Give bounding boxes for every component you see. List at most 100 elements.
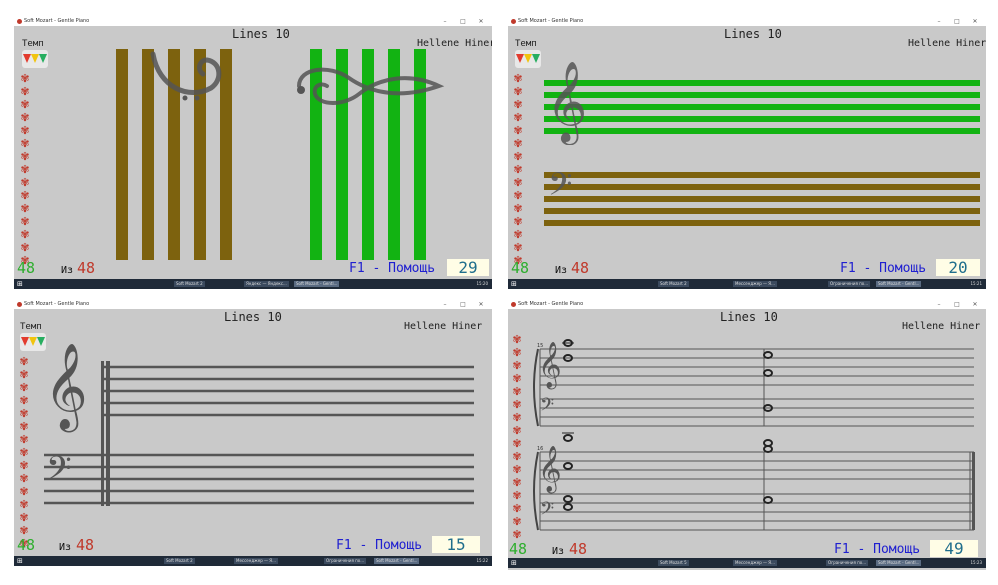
taskbar-item[interactable]: Мессенджер — Я... bbox=[733, 560, 777, 566]
tempo-label: Темп bbox=[22, 39, 44, 49]
taskbar-item[interactable]: Soft Mozart 2 bbox=[164, 558, 195, 564]
flower-icon: ✾ bbox=[19, 407, 29, 420]
flower-icon: ✾ bbox=[19, 459, 29, 472]
flower-icon: ✾ bbox=[512, 359, 522, 372]
red-drop-icon bbox=[21, 337, 29, 346]
red-drop-icon bbox=[23, 54, 31, 63]
flower-icon: ✾ bbox=[513, 163, 523, 176]
flower-icon: ✾ bbox=[19, 511, 29, 524]
flower-icon: ✾ bbox=[512, 346, 522, 359]
close-icon[interactable]: ✕ bbox=[968, 17, 982, 26]
minimize-icon[interactable]: – bbox=[438, 17, 452, 26]
start-icon[interactable]: ⊞ bbox=[17, 556, 23, 566]
app-window-2: Soft Mozart - Gentle Piano – □ ✕ Lines 1… bbox=[508, 17, 986, 289]
yellow-drop-icon bbox=[524, 54, 532, 63]
green-line bbox=[544, 92, 980, 98]
green-drop-icon bbox=[39, 54, 47, 63]
grand-staff bbox=[44, 361, 474, 506]
treble-clef-icon: 𝄞 bbox=[538, 342, 562, 388]
lesson-title: Lines 10 bbox=[224, 310, 282, 324]
treble-clef-icon: 𝄞 bbox=[546, 60, 588, 142]
minimize-icon[interactable]: – bbox=[438, 300, 452, 309]
flower-icon: ✾ bbox=[20, 215, 30, 228]
flower-icon: ✾ bbox=[512, 372, 522, 385]
maximize-icon[interactable]: □ bbox=[950, 17, 964, 26]
flower-icon: ✾ bbox=[512, 411, 522, 424]
maximize-icon[interactable]: □ bbox=[456, 300, 470, 309]
start-icon[interactable]: ⊞ bbox=[17, 279, 23, 289]
treble-clef-icon: 𝄞 bbox=[538, 446, 562, 492]
taskbar-item[interactable]: Soft Mozart 2 bbox=[174, 281, 205, 287]
start-icon[interactable]: ⊞ bbox=[511, 279, 517, 289]
note-counter: 29 bbox=[447, 259, 489, 276]
score-area: Lines 10 Hellene Hiner Темп ✾ ✾ ✾ ✾ ✾ ✾ ✾ ✾ ✾ ✾ ✾ ✾… bbox=[14, 26, 492, 289]
lesson-title: Lines 10 bbox=[720, 310, 778, 324]
taskbar-item[interactable]: Soft Mozart - Gentl... bbox=[876, 560, 922, 566]
help-hint[interactable]: F1 - Помощь bbox=[336, 538, 422, 553]
maximize-icon[interactable]: □ bbox=[456, 17, 470, 26]
correct-count: 48 bbox=[17, 259, 36, 277]
score-area: Lines 10 Hellene Hiner ✾ ✾ ✾ ✾ ✾ ✾ ✾ ✾ ✾ ✾ ✾ ✾ ✾ ✾ ✾ ✾ … bbox=[508, 309, 986, 570]
note-counter: 49 bbox=[930, 540, 978, 557]
app-window-3: Soft Mozart - Gentle Piano – □ ✕ Lines 1… bbox=[14, 300, 492, 566]
help-hint[interactable]: F1 - Помощь bbox=[349, 261, 435, 276]
clock: 15:21 bbox=[970, 281, 982, 286]
author-name: Hellene Hiner bbox=[908, 38, 986, 49]
maximize-icon[interactable]: □ bbox=[950, 300, 964, 309]
flower-icon: ✾ bbox=[513, 98, 523, 111]
title-bar: Soft Mozart - Gentle Piano – □ ✕ bbox=[508, 17, 986, 26]
green-line bbox=[544, 80, 980, 86]
total-count: 48 bbox=[571, 259, 590, 277]
minimize-icon[interactable]: – bbox=[932, 17, 946, 26]
taskbar-item[interactable]: Soft Mozart 5 bbox=[658, 560, 689, 566]
red-drop-icon bbox=[516, 54, 524, 63]
author-name: Hellene Hiner bbox=[417, 38, 492, 49]
close-icon[interactable]: ✕ bbox=[474, 300, 488, 309]
taskbar-item[interactable]: Ограничения по... bbox=[324, 558, 367, 564]
flower-icon: ✾ bbox=[20, 72, 30, 85]
flower-icon: ✾ bbox=[19, 355, 29, 368]
start-icon[interactable]: ⊞ bbox=[511, 558, 517, 568]
green-line bbox=[544, 128, 980, 134]
flower-icon: ✾ bbox=[513, 150, 523, 163]
flower-column: ✾ ✾ ✾ ✾ ✾ ✾ ✾ ✾ ✾ ✾ ✾ ✾ ✾ ✾ ✾ ✾ bbox=[511, 333, 523, 541]
flower-icon: ✾ bbox=[20, 202, 30, 215]
minimize-icon[interactable]: – bbox=[932, 300, 946, 309]
flower-column: ✾ ✾ ✾ ✾ ✾ ✾ ✾ ✾ ✾ ✾ ✾ ✾ ✾ ✾ ✾ bbox=[19, 72, 31, 267]
screenshot-collage: { "app": { "window_title": "Soft Mozart … bbox=[0, 0, 998, 585]
tempo-label: Темп bbox=[20, 322, 42, 332]
taskbar-item[interactable]: Soft Mozart - Gentl... bbox=[294, 281, 340, 287]
flower-icon: ✾ bbox=[512, 463, 522, 476]
taskbar-item[interactable]: Мессенджер — Я... bbox=[733, 281, 777, 287]
flower-icon: ✾ bbox=[20, 176, 30, 189]
taskbar-item[interactable]: Мессенджер — Я... bbox=[234, 558, 278, 564]
flower-icon: ✾ bbox=[513, 111, 523, 124]
brown-line bbox=[544, 208, 980, 214]
tempo-drops-button[interactable] bbox=[515, 50, 541, 68]
bass-clef-icon bbox=[150, 51, 222, 101]
tempo-drops-button[interactable] bbox=[20, 333, 46, 351]
flower-icon: ✾ bbox=[512, 398, 522, 411]
close-icon[interactable]: ✕ bbox=[968, 300, 982, 309]
lesson-title: Lines 10 bbox=[232, 27, 290, 41]
flower-icon: ✾ bbox=[20, 85, 30, 98]
score-area: Lines 10 Hellene Hiner Темп ✾ ✾ ✾ ✾ ✾ ✾ ✾ ✾ ✾ ✾ ✾ ✾… bbox=[14, 309, 492, 566]
taskbar: ⊞ Soft Mozart 2 Яндекс — Яндекс... Soft … bbox=[14, 279, 492, 289]
flower-icon: ✾ bbox=[513, 85, 523, 98]
taskbar-item[interactable]: Яндекс — Яндекс... bbox=[244, 281, 289, 287]
tempo-drops-button[interactable] bbox=[22, 50, 48, 68]
title-bar: Soft Mozart - Gentle Piano – □ ✕ bbox=[508, 300, 986, 309]
flower-icon: ✾ bbox=[512, 385, 522, 398]
flower-icon: ✾ bbox=[20, 163, 30, 176]
flower-column: ✾ ✾ ✾ ✾ ✾ ✾ ✾ ✾ ✾ ✾ ✾ ✾ ✾ ✾ ✾ bbox=[512, 72, 524, 267]
taskbar-item[interactable]: Soft Mozart 2 bbox=[658, 281, 689, 287]
help-hint[interactable]: F1 - Помощь bbox=[834, 542, 920, 557]
flower-icon: ✾ bbox=[20, 98, 30, 111]
clock: 15:23 bbox=[970, 560, 982, 565]
taskbar-item[interactable]: Soft Mozart - Gentl... bbox=[374, 558, 420, 564]
help-hint[interactable]: F1 - Помощь bbox=[840, 261, 926, 276]
taskbar-item[interactable]: Ограничения по... bbox=[828, 281, 871, 287]
close-icon[interactable]: ✕ bbox=[474, 17, 488, 26]
taskbar-item[interactable]: Soft Mozart - Gentl... bbox=[876, 281, 922, 287]
taskbar-item[interactable]: Ограничения по... bbox=[826, 560, 869, 566]
